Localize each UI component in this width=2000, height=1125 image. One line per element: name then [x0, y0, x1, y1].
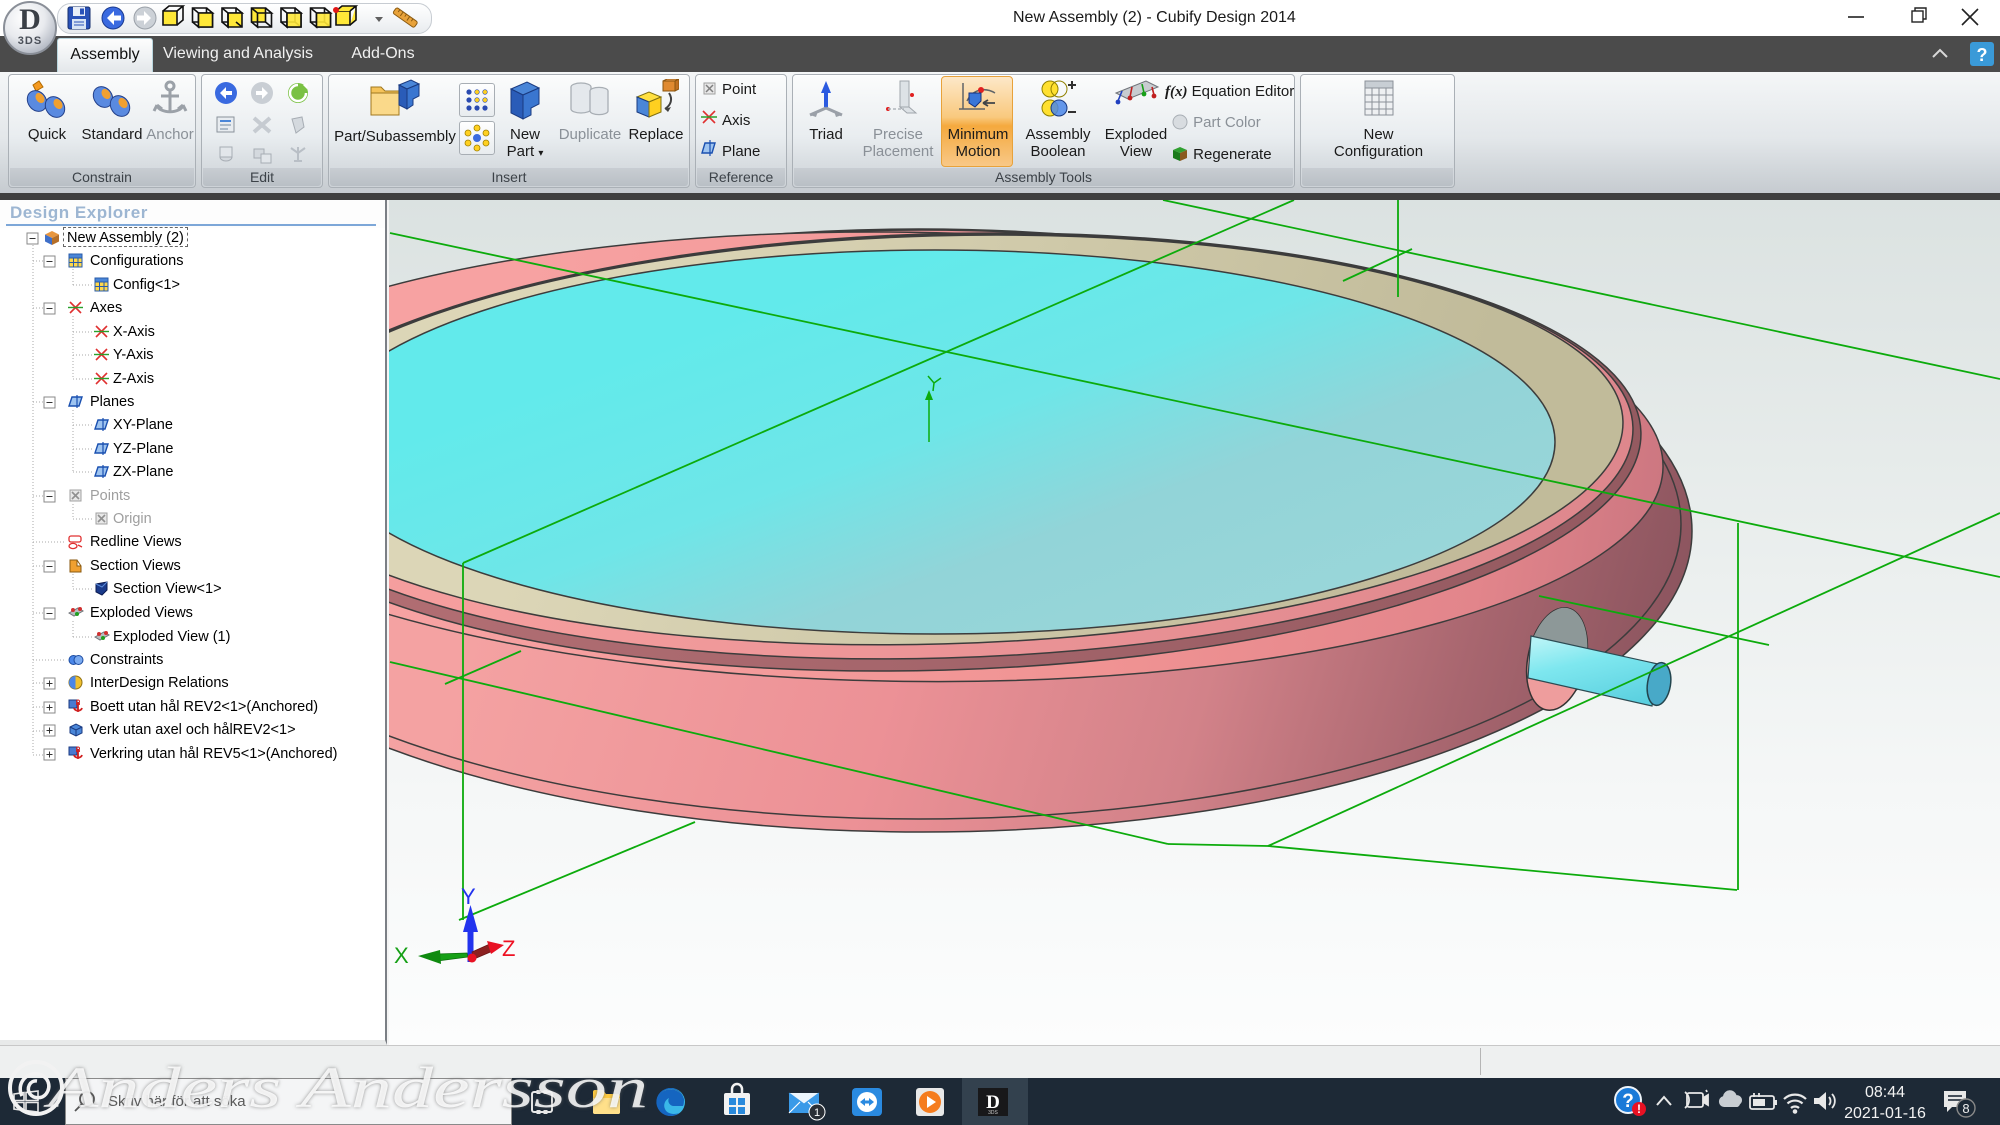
svg-text:?: ?: [1977, 45, 1988, 65]
svg-text:2021-01-16: 2021-01-16: [1844, 1105, 1926, 1122]
svg-text:X: X: [394, 943, 409, 968]
svg-text:Y: Y: [461, 884, 476, 909]
svg-text:!: !: [1637, 1102, 1641, 1116]
svg-text:8: 8: [1962, 1101, 1969, 1116]
svg-text:Z: Z: [502, 936, 515, 961]
svg-text:08:44: 08:44: [1865, 1084, 1905, 1101]
